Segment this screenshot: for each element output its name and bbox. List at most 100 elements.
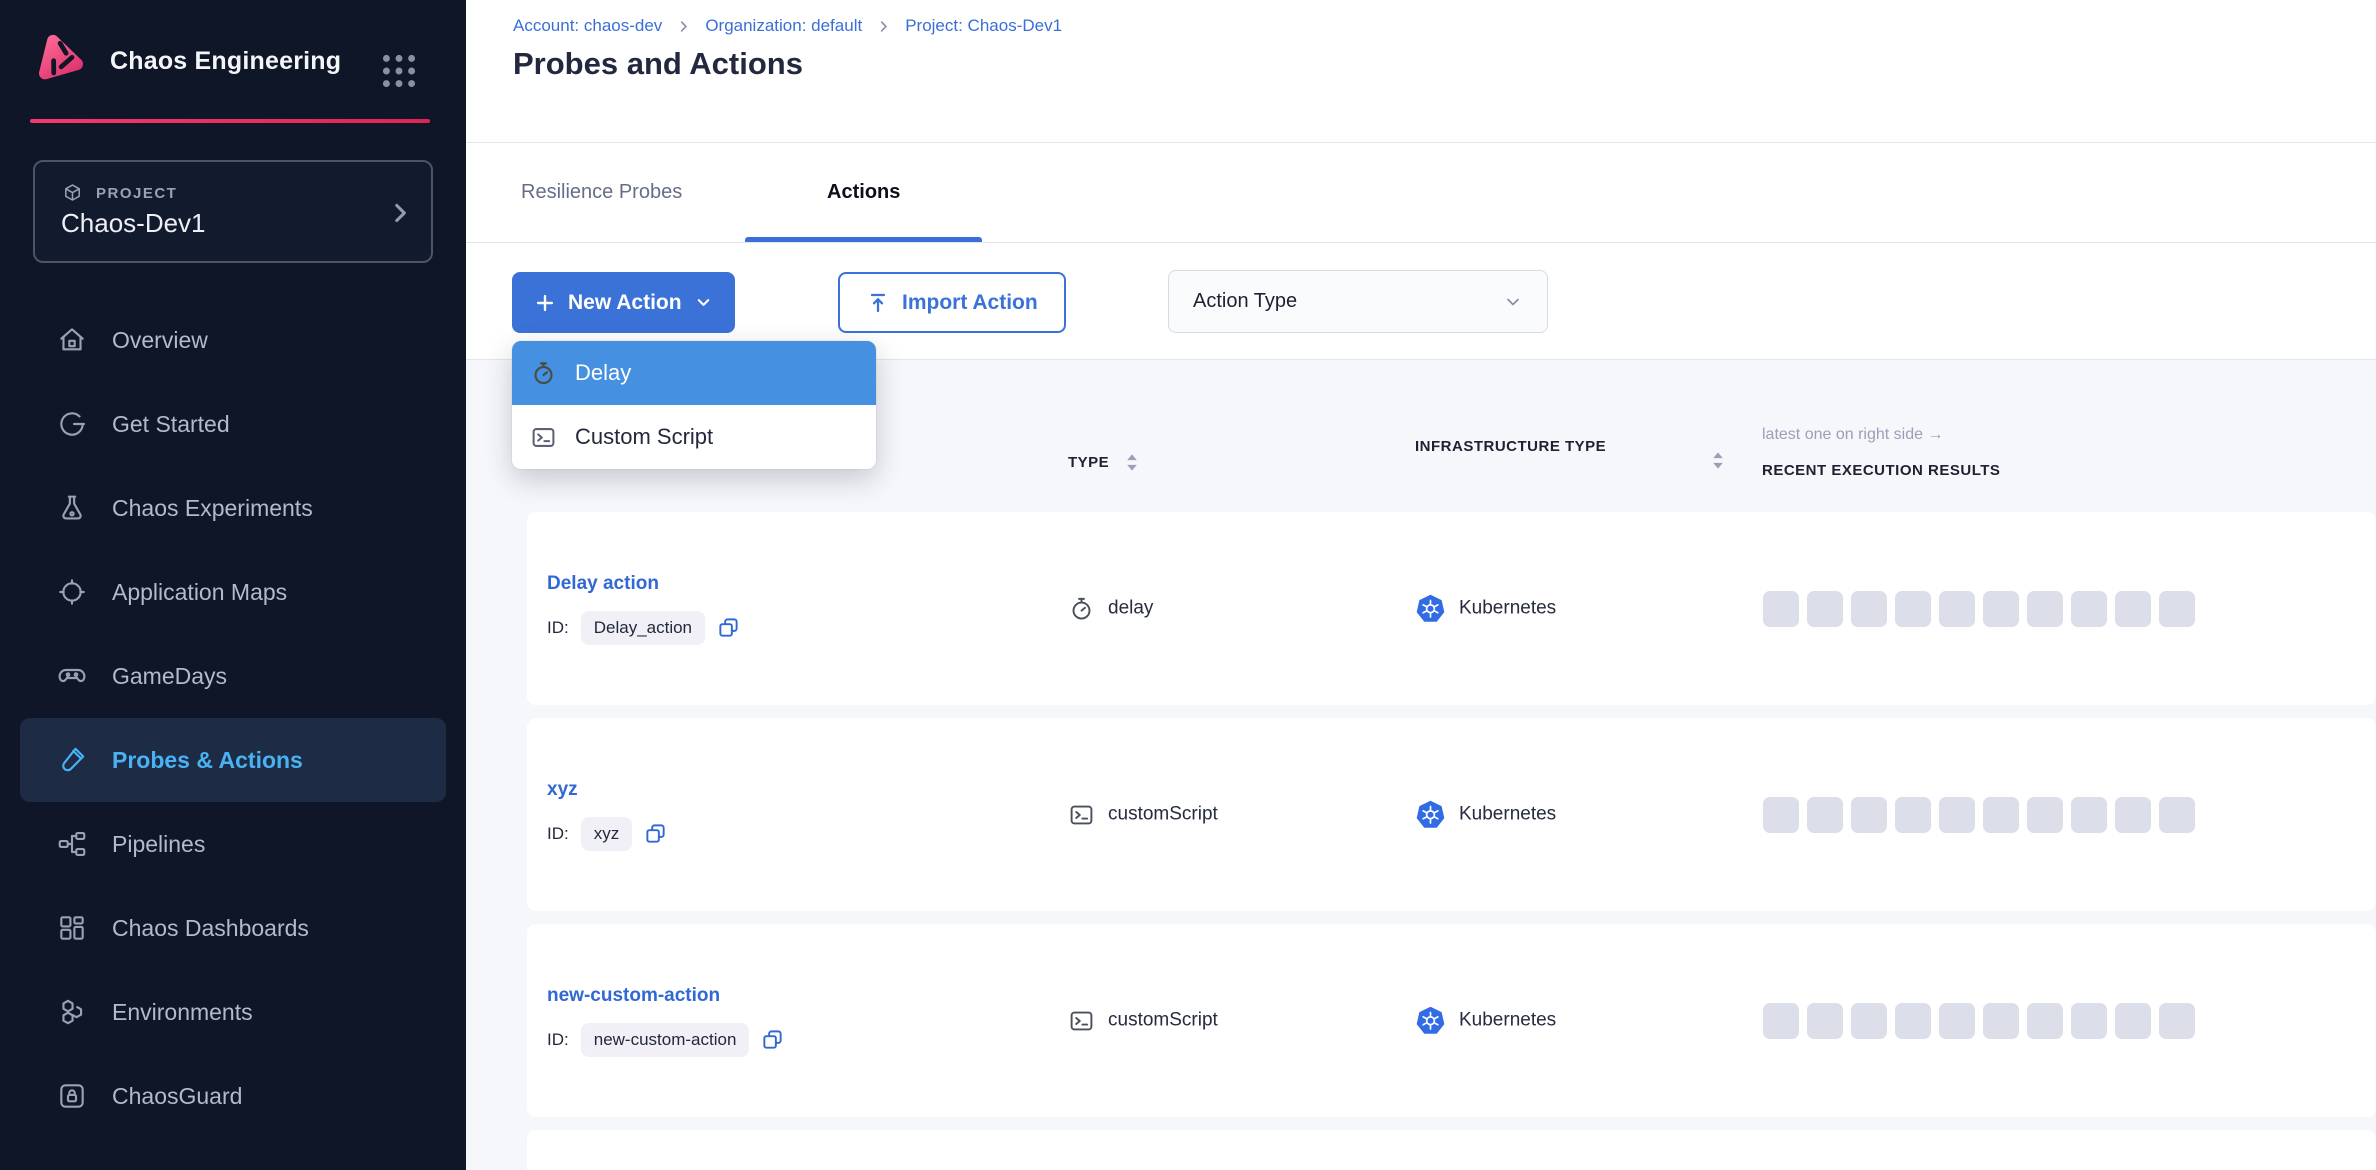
terminal-icon — [1068, 801, 1095, 828]
project-selector[interactable]: PROJECT Chaos-Dev1 — [33, 160, 433, 263]
recent-execution-results — [1763, 591, 2195, 627]
sidebar-item-chaos-experiments[interactable]: Chaos Experiments — [20, 466, 446, 550]
sort-icon[interactable] — [1711, 450, 1725, 471]
sidebar-item-label: GameDays — [112, 663, 227, 690]
action-type-label: Action Type — [1193, 290, 1297, 313]
test-tube-icon — [56, 744, 88, 776]
action-id: ID: xyz — [547, 817, 667, 851]
action-name-link[interactable]: xyz — [547, 779, 667, 801]
id-chip: new-custom-action — [581, 1023, 750, 1057]
arrow-right-icon: → — [1927, 426, 1943, 443]
chevron-down-icon — [1503, 292, 1523, 312]
sidebar-item-label: ChaosGuard — [112, 1083, 242, 1110]
latest-hint: latest one on right side → — [1762, 426, 1943, 444]
sidebar-item-chaosguard[interactable]: ChaosGuard — [20, 1054, 446, 1138]
breadcrumb-project[interactable]: Project: Chaos-Dev1 — [905, 16, 1062, 36]
plus-icon — [534, 292, 556, 314]
sidebar: Chaos Engineering PROJECT Chaos-Dev1 — [0, 0, 466, 1170]
sidebar-item-environments[interactable]: Environments — [20, 970, 446, 1054]
new-action-button[interactable]: New Action — [512, 272, 735, 333]
execution-result-placeholder — [2115, 797, 2151, 833]
table-rows: Delay action ID: Delay_action delay K — [527, 512, 2376, 1170]
sidebar-item-gamedays[interactable]: GameDays — [20, 634, 446, 718]
tab-bar: Resilience Probes Actions — [466, 143, 2376, 243]
dashboards-icon — [56, 912, 88, 944]
new-action-label: New Action — [568, 291, 682, 315]
execution-result-placeholder — [2027, 591, 2063, 627]
type-cell: delay — [1068, 595, 1153, 622]
action-id: ID: new-custom-action — [547, 1023, 784, 1057]
execution-result-placeholder — [2027, 1003, 2063, 1039]
chevron-down-icon — [694, 293, 713, 312]
menu-item-label: Custom Script — [575, 424, 713, 450]
stopwatch-icon — [530, 360, 557, 387]
action-name-link[interactable]: new-custom-action — [547, 985, 784, 1007]
chevron-right-icon — [387, 200, 413, 226]
action-type-select[interactable]: Action Type — [1168, 270, 1548, 333]
sidebar-nav: Overview Get Started Chaos Experiments A… — [20, 298, 446, 1138]
tab-actions[interactable]: Actions — [745, 143, 982, 242]
recent-execution-results — [1763, 797, 2195, 833]
execution-result-placeholder — [1983, 1003, 2019, 1039]
environments-icon — [56, 996, 88, 1028]
chaos-engineering-logo-icon — [28, 28, 94, 94]
execution-result-placeholder — [1851, 797, 1887, 833]
sidebar-item-pipelines[interactable]: Pipelines — [20, 802, 446, 886]
table-row: xyz ID: xyz customScript Kubernetes — [527, 718, 2376, 911]
execution-result-placeholder — [1807, 1003, 1843, 1039]
project-name: Chaos-Dev1 — [61, 208, 206, 239]
table-row: awrvadv delay Linux — [527, 1130, 2376, 1170]
execution-result-placeholder — [1983, 797, 2019, 833]
sidebar-item-application-maps[interactable]: Application Maps — [20, 550, 446, 634]
kubernetes-icon — [1415, 799, 1446, 830]
copy-icon[interactable] — [644, 822, 667, 845]
execution-result-placeholder — [2159, 1003, 2195, 1039]
pipelines-icon — [56, 828, 88, 860]
breadcrumb-account[interactable]: Account: chaos-dev — [513, 16, 662, 36]
sidebar-item-label: Application Maps — [112, 579, 287, 606]
breadcrumb-organization[interactable]: Organization: default — [705, 16, 862, 36]
execution-result-placeholder — [1895, 1003, 1931, 1039]
kubernetes-icon — [1415, 593, 1446, 624]
sidebar-item-probes-and-actions[interactable]: Probes & Actions — [20, 718, 446, 802]
execution-result-placeholder — [1763, 797, 1799, 833]
column-header-type: TYPE — [1068, 452, 1139, 473]
actions-table: TYPE INFRASTRUCTURE TYPE latest one on r… — [466, 360, 2376, 1170]
infrastructure-cell: Kubernetes — [1415, 799, 1556, 830]
execution-result-placeholder — [2027, 797, 2063, 833]
id-chip: xyz — [581, 817, 633, 851]
copy-icon[interactable] — [761, 1028, 784, 1051]
get-started-icon — [56, 408, 88, 440]
execution-result-placeholder — [2115, 1003, 2151, 1039]
id-chip: Delay_action — [581, 611, 705, 645]
sidebar-item-label: Chaos Experiments — [112, 495, 313, 522]
flask-icon — [56, 492, 88, 524]
chevron-right-icon — [876, 19, 891, 34]
menu-item-custom-script[interactable]: Custom Script — [512, 405, 876, 469]
sidebar-item-get-started[interactable]: Get Started — [20, 382, 446, 466]
sidebar-item-overview[interactable]: Overview — [20, 298, 446, 382]
module-grid-icon[interactable] — [378, 50, 420, 92]
sidebar-item-label: Pipelines — [112, 831, 205, 858]
app-root: Chaos Engineering PROJECT Chaos-Dev1 — [0, 0, 2376, 1170]
table-row: Delay action ID: Delay_action delay K — [527, 512, 2376, 705]
sidebar-item-chaos-dashboards[interactable]: Chaos Dashboards — [20, 886, 446, 970]
tab-resilience-probes[interactable]: Resilience Probes — [513, 143, 690, 242]
execution-result-placeholder — [2115, 591, 2151, 627]
execution-result-placeholder — [1763, 591, 1799, 627]
copy-icon[interactable] — [717, 616, 740, 639]
app-title: Chaos Engineering — [110, 47, 341, 76]
menu-item-delay[interactable]: Delay — [512, 341, 876, 405]
target-icon — [56, 576, 88, 608]
sidebar-item-label: Probes & Actions — [112, 747, 303, 774]
project-label: PROJECT — [96, 185, 177, 202]
execution-result-placeholder — [1895, 797, 1931, 833]
infrastructure-cell: Kubernetes — [1415, 1005, 1556, 1036]
breadcrumb: Account: chaos-dev Organization: default… — [513, 16, 1062, 36]
sort-icon[interactable] — [1125, 452, 1139, 473]
import-action-label: Import Action — [902, 291, 1038, 315]
import-action-button[interactable]: Import Action — [838, 272, 1066, 333]
sidebar-item-label: Chaos Dashboards — [112, 915, 309, 942]
action-name-link[interactable]: Delay action — [547, 573, 740, 595]
main-content: Account: chaos-dev Organization: default… — [466, 0, 2376, 1170]
